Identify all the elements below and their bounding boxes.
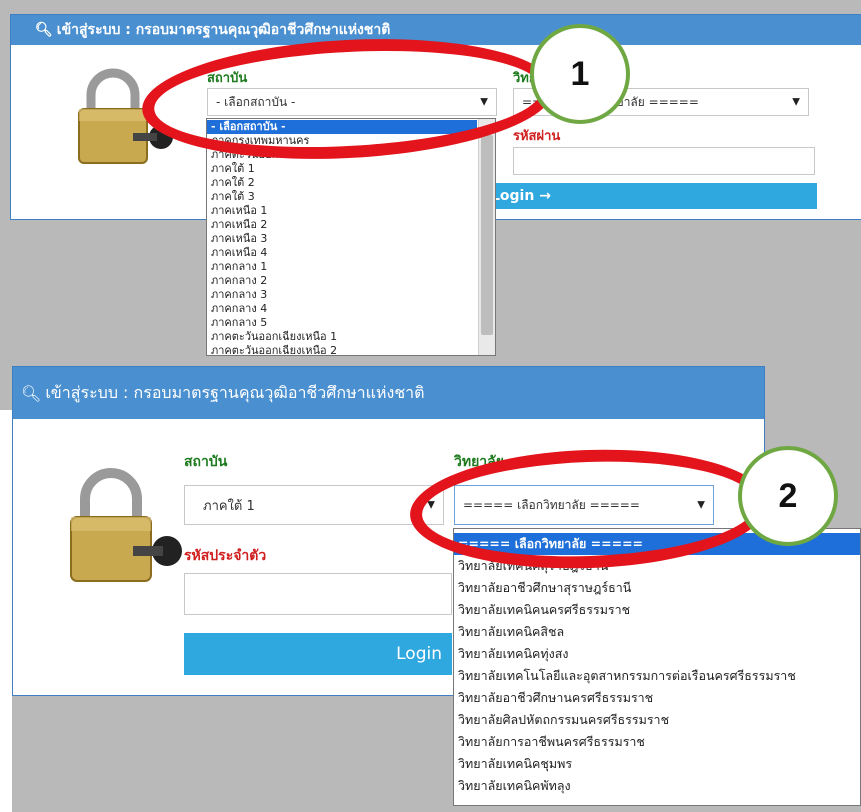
bottom-college-dropdown[interactable]: ===== เลือกวิทยาลัย ===== วิทยาลัยเทคนิคส… xyxy=(453,528,861,806)
college-option[interactable]: วิทยาลัยศิลปหัตถกรรมนครศรีธรรมราช xyxy=(454,709,860,731)
institution-option[interactable]: ภาคใต้ 2 xyxy=(207,176,477,190)
institution-option[interactable]: ภาคกลาง 3 xyxy=(207,288,477,302)
dropdown-scroll-thumb[interactable] xyxy=(481,135,493,335)
institution-option[interactable]: - เลือกสถาบัน - xyxy=(207,120,477,134)
padlock-key-icon xyxy=(78,68,173,164)
bottom-college-selected-value: ===== เลือกวิทยาลัย ===== xyxy=(463,497,640,512)
chevron-down-icon: ▼ xyxy=(427,499,435,511)
top-login-label: Login → xyxy=(491,188,551,204)
institution-option[interactable]: ภาคใต้ 1 xyxy=(207,162,477,176)
top-institution-dropdown[interactable]: - เลือกสถาบัน - ภาคกรุงเทพมหานคร ภาคตะวันอ… xyxy=(206,118,496,356)
college-option[interactable]: วิทยาลัยเทคนิคพัทลุง xyxy=(454,775,860,797)
institution-option[interactable]: ภาคใต้ 3 xyxy=(207,190,477,204)
bottom-login-label: Login xyxy=(396,644,442,664)
top-password-label: รหัสผ่าน xyxy=(513,129,561,144)
top-institution-label: สถาบัน xyxy=(207,71,248,86)
top-institution-selected-value: - เลือกสถาบัน - xyxy=(216,94,296,109)
bottom-college-label: วิทยาลัย xyxy=(454,454,504,470)
bottom-id-label: รหัสประจำตัว xyxy=(184,548,267,564)
chevron-down-icon: ▼ xyxy=(480,96,488,108)
institution-option[interactable]: ภาคตะวันออกเฉียงเหนือ 1 xyxy=(207,330,477,344)
institution-option[interactable]: ภาคตะวันออก xyxy=(207,148,477,162)
college-option[interactable]: วิทยาลัยเทคนิคทุ่งสง xyxy=(454,643,860,665)
bottom-login-button[interactable]: Login xyxy=(184,633,452,675)
badge-2-number: 2 xyxy=(778,476,798,515)
bottom-panel-title: เข้าสู่ระบบ : กรอบมาตรฐานคุณวุฒิอาชีวศึก… xyxy=(45,382,425,402)
dropdown-scrollbar[interactable] xyxy=(478,119,495,355)
institution-option[interactable]: ภาคกรุงเทพมหานคร xyxy=(207,134,477,148)
college-option[interactable]: วิทยาลัยเทคนิคสุราษฎร์ธานี xyxy=(454,555,860,577)
top-panel-header: 🔍︎ เข้าสู่ระบบ : กรอบมาตรฐานคุณวุฒิอาชีว… xyxy=(11,15,861,45)
bottom-institution-label: สถาบัน xyxy=(184,454,228,470)
bottom-institution-selected-value: ภาคใต้ 1 xyxy=(203,498,255,514)
bottom-college-options: ===== เลือกวิทยาลัย ===== วิทยาลัยเทคนิคส… xyxy=(454,533,860,797)
institution-option[interactable]: ภาคเหนือ 4 xyxy=(207,246,477,260)
institution-option[interactable]: ภาคกลาง 1 xyxy=(207,260,477,274)
key-icon: 🔍︎ xyxy=(21,383,42,403)
college-option[interactable]: วิทยาลัยอาชีวศึกษานครศรีธรรมราช xyxy=(454,687,860,709)
institution-option[interactable]: ภาคตะวันออกเฉียงเหนือ 2 xyxy=(207,344,477,355)
institution-option[interactable]: ภาคกลาง 5 xyxy=(207,316,477,330)
bottom-institution-select[interactable]: ภาคใต้ 1 ▼ xyxy=(184,485,444,525)
college-option[interactable]: วิทยาลัยเทคโนโลยีและอุตสาหกรรมการต่อเรือ… xyxy=(454,665,860,687)
bottom-panel-header: 🔍︎ เข้าสู่ระบบ : กรอบมาตรฐานคุณวุฒิอาชีว… xyxy=(13,367,764,419)
institution-option[interactable]: ภาคกลาง 2 xyxy=(207,274,477,288)
annotation-badge-1: 1 xyxy=(530,24,630,124)
padlock-key-icon xyxy=(70,468,182,582)
top-password-field[interactable] xyxy=(513,147,815,175)
institution-option[interactable]: ภาคเหนือ 1 xyxy=(207,204,477,218)
chevron-down-icon: ▼ xyxy=(792,96,800,108)
key-icon: 🔍︎ xyxy=(35,22,53,38)
badge-1-number: 1 xyxy=(570,54,590,93)
top-panel-title: เข้าสู่ระบบ : กรอบมาตรฐานคุณวุฒิอาชีวศึก… xyxy=(56,22,391,38)
top-institution-select[interactable]: - เลือกสถาบัน - ▼ xyxy=(207,88,497,116)
institution-option[interactable]: ภาคเหนือ 2 xyxy=(207,218,477,232)
bottom-college-select[interactable]: ===== เลือกวิทยาลัย ===== ▼ xyxy=(454,485,714,525)
institution-option[interactable]: ภาคกลาง 4 xyxy=(207,302,477,316)
college-option[interactable]: วิทยาลัยการอาชีพนครศรีธรรมราช xyxy=(454,731,860,753)
top-institution-options: - เลือกสถาบัน - ภาคกรุงเทพมหานคร ภาคตะวันอ… xyxy=(207,120,477,355)
college-option[interactable]: วิทยาลัยเทคนิคชุมพร xyxy=(454,753,860,775)
annotation-badge-2: 2 xyxy=(738,446,838,546)
chevron-down-icon: ▼ xyxy=(697,499,705,511)
college-option[interactable]: วิทยาลัยเทคนิคนครศรีธรรมราช xyxy=(454,599,860,621)
college-option[interactable]: วิทยาลัยเทคนิคสิชล xyxy=(454,621,860,643)
bottom-id-field[interactable] xyxy=(184,573,452,615)
college-option[interactable]: วิทยาลัยอาชีวศึกษาสุราษฎร์ธานี xyxy=(454,577,860,599)
institution-option[interactable]: ภาคเหนือ 3 xyxy=(207,232,477,246)
